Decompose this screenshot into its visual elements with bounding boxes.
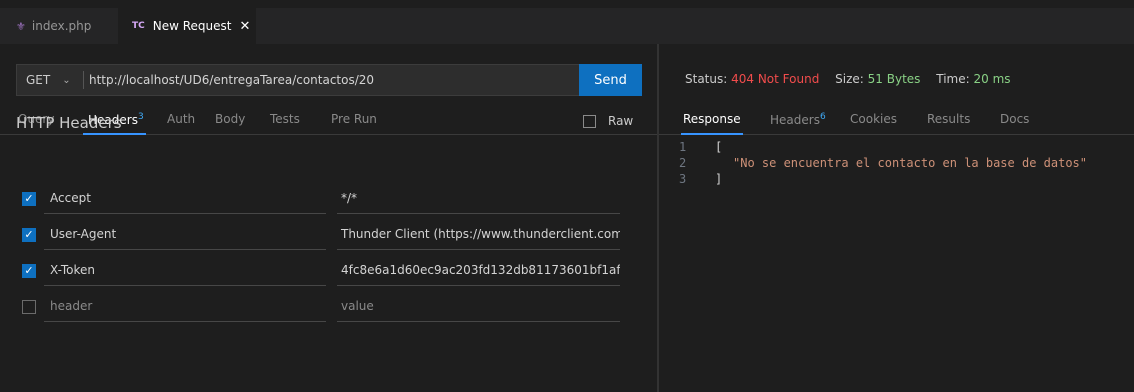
url-bar: GET ⌄ http://localhost/UD6/entregaTarea/… xyxy=(16,64,642,96)
raw-checkbox[interactable] xyxy=(583,114,596,128)
header-value-input[interactable]: Thunder Client (https://www.thunderclien… xyxy=(337,220,620,250)
header-row: ✓ Accept */* xyxy=(0,184,657,218)
header-key-input[interactable]: Accept xyxy=(44,184,326,214)
new-header-row: header value xyxy=(0,292,657,326)
tab-body[interactable]: Body xyxy=(215,112,245,126)
tab-label: New Request xyxy=(152,19,232,33)
tab-new-request[interactable]: TC New Request ✕ xyxy=(118,8,256,44)
tab-label: index.php xyxy=(31,19,92,33)
header-enabled-checkbox[interactable]: ✓ xyxy=(22,192,36,206)
close-icon[interactable]: ✕ xyxy=(239,19,250,34)
active-tab-indicator xyxy=(83,133,146,135)
line-number: 3 xyxy=(679,172,687,186)
php-elephant-icon: ⚜ xyxy=(16,19,26,33)
chevron-down-icon: ⌄ xyxy=(62,74,71,86)
new-header-key-input[interactable]: header xyxy=(44,292,326,322)
new-header-value-input[interactable]: value xyxy=(337,292,620,322)
header-value-input[interactable]: */* xyxy=(337,184,620,214)
response-headers-count-badge: 6 xyxy=(819,112,826,122)
method-value: GET xyxy=(26,73,51,87)
header-key-input[interactable]: X-Token xyxy=(44,256,326,286)
header-enabled-checkbox[interactable]: ✓ xyxy=(22,264,36,278)
tab-index-php[interactable]: ⚜ index.php xyxy=(0,8,118,44)
headers-count-badge: 3 xyxy=(137,112,144,122)
tab-auth[interactable]: Auth xyxy=(167,112,195,126)
status-value: 404 Not Found xyxy=(731,72,820,86)
code-line: 1 [ xyxy=(659,139,1134,155)
header-value-input[interactable]: 4fc8e6a1d60ec9ac203fd132db81173601bf1afd… xyxy=(337,256,620,286)
response-pane: Status: 404 Not Found Size: 51 Bytes Tim… xyxy=(659,44,1134,392)
header-row: ✓ X-Token 4fc8e6a1d60ec9ac203fd132db8117… xyxy=(0,256,657,290)
header-row: ✓ User-Agent Thunder Client (https://www… xyxy=(0,220,657,254)
tab-results[interactable]: Results xyxy=(927,112,970,126)
section-title: HTTP Headers xyxy=(16,114,122,132)
header-enabled-checkbox[interactable]: ✓ xyxy=(22,228,36,242)
header-enabled-checkbox[interactable] xyxy=(22,300,36,314)
time-value: 20 ms xyxy=(973,72,1011,86)
time-label: Time: xyxy=(936,72,970,86)
response-tabs: Response Headers6 Cookies Results Docs xyxy=(659,108,1134,135)
request-pane: GET ⌄ http://localhost/UD6/entregaTarea/… xyxy=(0,44,657,392)
tab-response-headers[interactable]: Headers6 xyxy=(770,112,826,127)
code-text: "No se encuentra el contacto en la base … xyxy=(733,156,1088,170)
response-status-bar: Status: 404 Not Found Size: 51 Bytes Tim… xyxy=(685,72,1011,86)
code-line: 2 "No se encuentra el contacto en la bas… xyxy=(659,155,1134,171)
divider xyxy=(83,71,84,89)
raw-toggle[interactable]: Raw xyxy=(583,114,633,128)
status-label: Status: xyxy=(685,72,728,86)
active-tab-indicator xyxy=(681,133,743,135)
line-number: 1 xyxy=(679,140,687,154)
tab-response-headers-label: Headers xyxy=(770,113,820,127)
size-value: 51 Bytes xyxy=(867,72,921,86)
code-text: ] xyxy=(715,172,723,186)
tab-tests[interactable]: Tests xyxy=(270,112,300,126)
url-input[interactable]: http://localhost/UD6/entregaTarea/contac… xyxy=(89,65,374,95)
tab-cookies[interactable]: Cookies xyxy=(850,112,897,126)
thunder-client-icon: TC xyxy=(132,21,145,31)
tab-pre-run[interactable]: Pre Run xyxy=(331,112,377,126)
method-select[interactable]: GET ⌄ xyxy=(17,65,83,95)
line-number: 2 xyxy=(679,156,687,170)
tab-response[interactable]: Response xyxy=(683,112,741,126)
header-key-input[interactable]: User-Agent xyxy=(44,220,326,250)
send-button[interactable]: Send xyxy=(579,64,642,96)
response-body[interactable]: 1 [ 2 "No se encuentra el contacto en la… xyxy=(659,139,1134,187)
code-text: [ xyxy=(715,140,723,154)
title-strip xyxy=(0,0,1134,8)
raw-label: Raw xyxy=(608,114,634,128)
editor-tab-bar: ⚜ index.php TC New Request ✕ xyxy=(0,0,1134,44)
code-line: 3 ] xyxy=(659,171,1134,187)
tab-docs[interactable]: Docs xyxy=(1000,112,1029,126)
size-label: Size: xyxy=(835,72,864,86)
